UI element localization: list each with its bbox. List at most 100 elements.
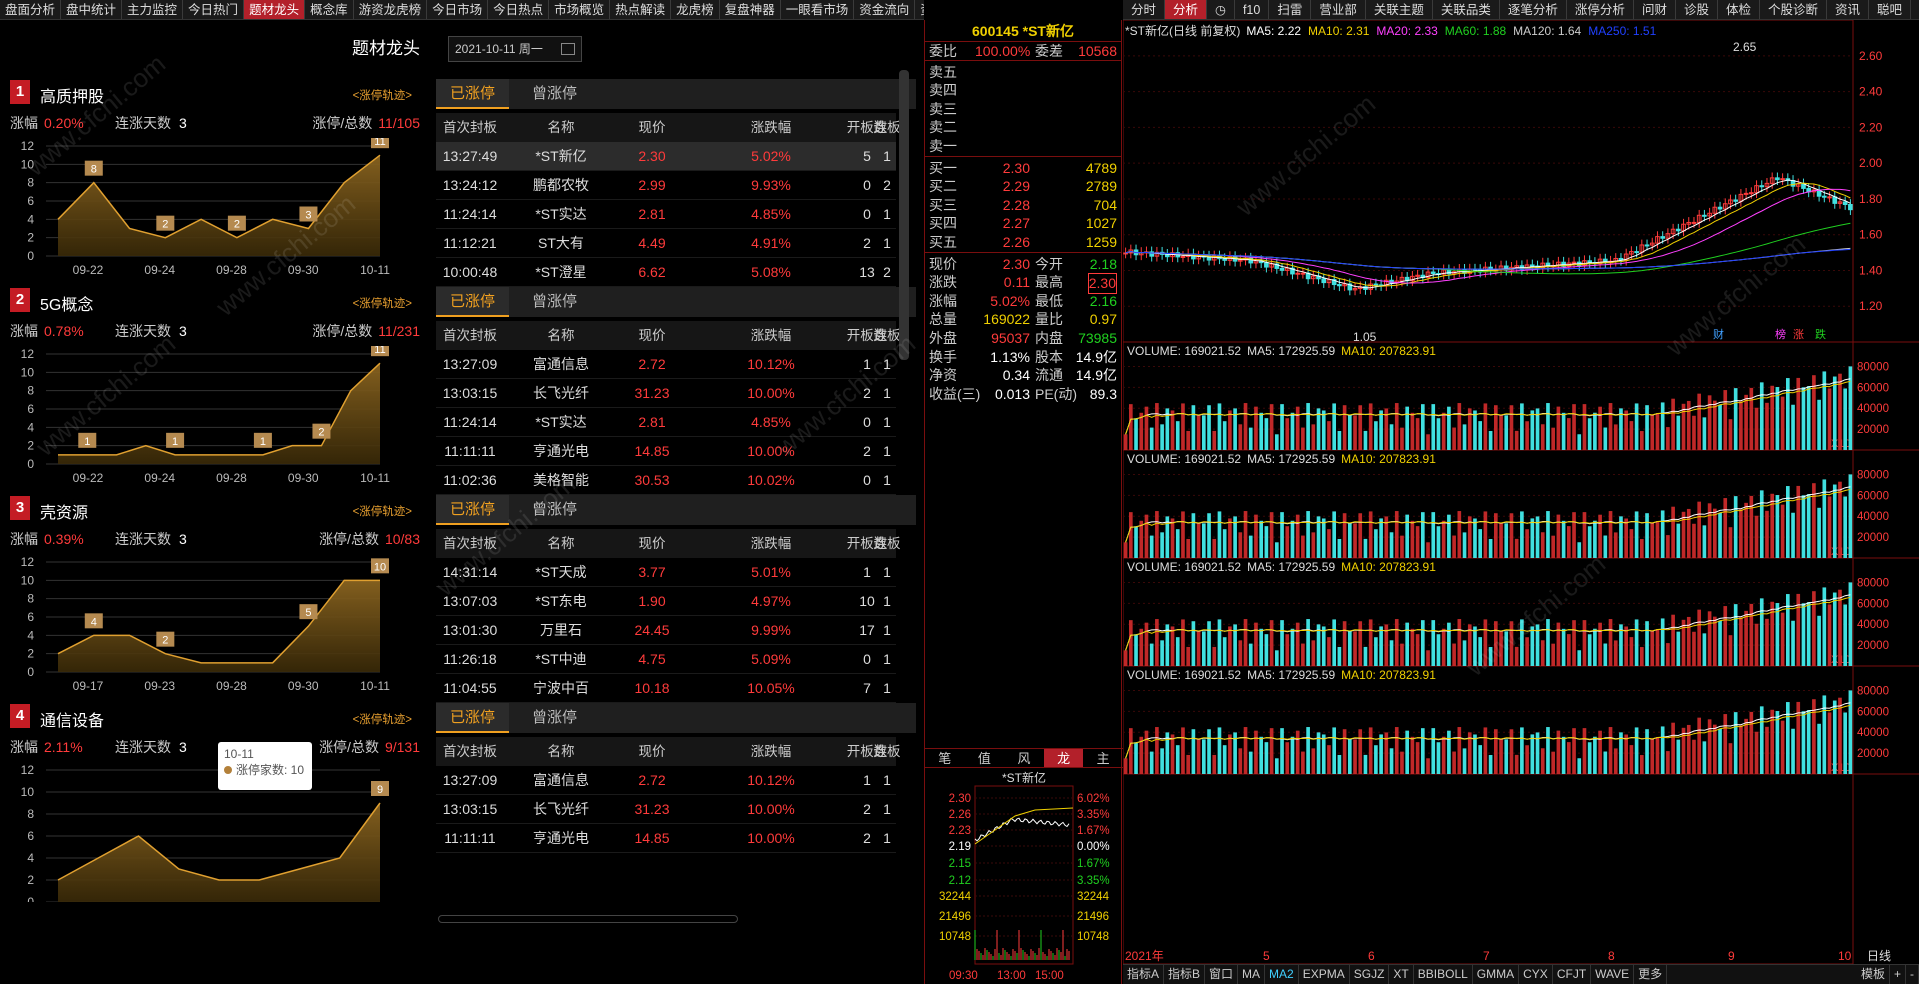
tab-limit-up[interactable]: 已涨停 (436, 495, 510, 525)
analysis-tab[interactable]: 问财 (1634, 0, 1676, 19)
column-header[interactable]: 现价 (586, 113, 718, 142)
top-nav-tab[interactable]: 热点解读 (610, 0, 672, 19)
quote-tab[interactable]: 风 (1004, 749, 1044, 767)
horizontal-scrollbar[interactable] (438, 915, 738, 923)
top-nav-tab[interactable]: 一眼看市场 (781, 0, 855, 19)
analysis-tab[interactable]: 涨停分析 (1567, 0, 1634, 19)
top-nav-tab[interactable]: 市场概览 (549, 0, 611, 19)
column-header[interactable]: 首次封板 (436, 321, 504, 350)
top-nav-tab[interactable]: 盘面分析 (0, 0, 62, 19)
analysis-tab[interactable]: 逐笔分析 (1500, 0, 1567, 19)
indicator-tab[interactable]: BBIBOLL (1414, 965, 1473, 984)
quote-tab[interactable]: 龙 (1043, 749, 1084, 767)
column-header[interactable]: 首次封板 (436, 737, 504, 766)
analysis-tab[interactable]: 分时 (1123, 0, 1166, 19)
table-row[interactable]: 11:24:14 *ST实达 2.81 4.85% 0 1 (436, 200, 896, 229)
analysis-tab[interactable]: 诊股 (1676, 0, 1718, 19)
analysis-tab[interactable]: ◷ (1207, 0, 1235, 19)
tab-limit-up[interactable]: 已涨停 (436, 79, 510, 109)
vertical-scrollbar[interactable] (899, 70, 909, 360)
indicator-tab[interactable]: MA (1238, 965, 1266, 984)
indicator-tab[interactable]: 更多 (1634, 965, 1668, 984)
indicator-tab[interactable]: GMMA (1473, 965, 1520, 984)
top-nav-tab[interactable]: 盘中统计 (61, 0, 123, 19)
table-row[interactable]: 11:02:36 美格智能 30.53 10.02% 0 1 (436, 466, 896, 495)
table-row[interactable]: 13:27:09 富通信息 2.72 10.12% 1 1 (436, 350, 896, 379)
table-row[interactable]: 13:27:09 富通信息 2.72 10.12% 1 1 (436, 766, 896, 795)
top-nav-tab[interactable]: 资金流向 (854, 0, 916, 19)
table-row[interactable]: 13:07:03 *ST东电 1.90 4.97% 10 1 (436, 587, 896, 616)
date-picker[interactable]: 2021-10-11 周一 (448, 36, 582, 62)
tab-ever-limit-up[interactable]: 曾涨停 (518, 495, 591, 525)
column-header[interactable]: 连板 (866, 529, 908, 558)
top-nav-tab[interactable]: 资日 (915, 0, 924, 19)
analysis-tab[interactable]: 聪吧 (1869, 0, 1912, 19)
analysis-tab[interactable]: 个股诊断 (1760, 0, 1827, 19)
analysis-tab[interactable]: 扫雷 (1269, 0, 1312, 19)
table-row[interactable]: 11:11:11 亨通光电 14.85 10.00% 2 1 (436, 437, 896, 466)
indicator-tab[interactable]: XT (1389, 965, 1414, 984)
indicator-tab[interactable]: 指标A (1123, 965, 1165, 984)
sector-track-link[interactable]: <涨停轨迹> (353, 711, 412, 727)
tab-ever-limit-up[interactable]: 曾涨停 (518, 79, 591, 109)
table-row[interactable]: 11:26:18 *ST中迪 4.75 5.09% 0 1 (436, 645, 896, 674)
top-nav-tab[interactable]: 今日市场 (427, 0, 489, 19)
quote-tab[interactable]: 笔 (925, 749, 965, 767)
template-control[interactable]: 模板 (1857, 965, 1890, 984)
column-header[interactable]: 现价 (586, 529, 718, 558)
sector-name[interactable]: 高质押股 (40, 83, 104, 107)
column-header[interactable]: 首次封板 (436, 113, 504, 142)
indicator-tab[interactable]: EXPMA (1299, 965, 1350, 984)
sector-track-link[interactable]: <涨停轨迹> (353, 295, 412, 311)
sector-track-link[interactable]: <涨停轨迹> (353, 503, 412, 519)
analysis-tab[interactable]: 营业部 (1311, 0, 1366, 19)
event-marker[interactable]: 跌 (1815, 327, 1826, 341)
analysis-tab[interactable]: 关联主题 (1366, 0, 1433, 19)
table-row[interactable]: 11:24:14 *ST实达 2.81 4.85% 0 1 (436, 408, 896, 437)
analysis-tab[interactable]: f10 (1235, 0, 1270, 19)
tab-ever-limit-up[interactable]: 曾涨停 (518, 287, 591, 317)
top-nav-tab[interactable]: 题材龙头 (244, 0, 306, 19)
top-nav-tab[interactable]: 龙虎榜 (671, 0, 720, 19)
quote-tab[interactable]: 主 (1083, 749, 1123, 767)
tab-limit-up[interactable]: 已涨停 (436, 703, 510, 733)
quote-tab[interactable]: 值 (965, 749, 1005, 767)
table-row[interactable]: 13:03:15 长飞光纤 31.23 10.00% 2 1 (436, 795, 896, 824)
table-row[interactable]: 14:31:14 *ST天成 3.77 5.01% 1 1 (436, 558, 896, 587)
table-row[interactable]: 13:03:15 长飞光纤 31.23 10.00% 2 1 (436, 379, 896, 408)
analysis-tab[interactable]: 体检 (1718, 0, 1760, 19)
tab-limit-up[interactable]: 已涨停 (436, 287, 510, 317)
sector-name[interactable]: 通信设备 (40, 707, 104, 731)
analysis-tab[interactable]: 关联品类 (1433, 0, 1500, 19)
template-control[interactable]: + (1890, 965, 1906, 984)
calendar-icon[interactable] (561, 43, 575, 55)
indicator-tab[interactable]: 指标B (1164, 965, 1206, 984)
indicator-tab[interactable]: CYX (1519, 965, 1553, 984)
top-nav-tab[interactable]: 概念库 (305, 0, 354, 19)
top-nav-tab[interactable]: 今日热门 (183, 0, 245, 19)
template-control[interactable]: - (1906, 965, 1919, 984)
indicator-tab[interactable]: WAVE (1591, 965, 1635, 984)
indicator-tab[interactable]: SGJZ (1350, 965, 1390, 984)
sector-name[interactable]: 壳资源 (40, 499, 88, 523)
event-marker[interactable]: 涨 (1793, 328, 1804, 341)
table-row[interactable]: 11:12:21 ST大有 4.49 4.91% 2 1 (436, 229, 896, 258)
top-nav-tab[interactable]: 今日热点 (488, 0, 550, 19)
tab-ever-limit-up[interactable]: 曾涨停 (518, 703, 591, 733)
sector-name[interactable]: 5G概念 (40, 291, 93, 315)
top-nav-tab[interactable]: 主力监控 (122, 0, 184, 19)
table-row[interactable]: 10:00:48 *ST澄星 6.62 5.08% 13 2 (436, 258, 896, 287)
column-header[interactable]: 现价 (586, 737, 718, 766)
indicator-tab[interactable]: MA2 (1265, 965, 1299, 984)
table-row[interactable]: 11:11:11 亨通光电 14.85 10.00% 2 1 (436, 824, 896, 853)
table-row[interactable]: 13:01:30 万里石 24.45 9.99% 17 1 (436, 616, 896, 645)
analysis-tab[interactable]: 资讯 (1827, 0, 1870, 19)
indicator-tab[interactable]: 窗口 (1205, 965, 1239, 984)
top-nav-tab[interactable]: 游资龙虎榜 (354, 0, 428, 19)
top-nav-tab[interactable]: 复盘神器 (720, 0, 781, 19)
sector-track-link[interactable]: <涨停轨迹> (353, 87, 412, 103)
event-marker[interactable]: 财 (1713, 327, 1724, 341)
column-header[interactable]: 连板 (866, 737, 908, 766)
table-row[interactable]: 13:27:49 *ST新亿 2.30 5.02% 5 1 (436, 142, 896, 171)
indicator-tab[interactable]: CFJT (1553, 965, 1592, 984)
